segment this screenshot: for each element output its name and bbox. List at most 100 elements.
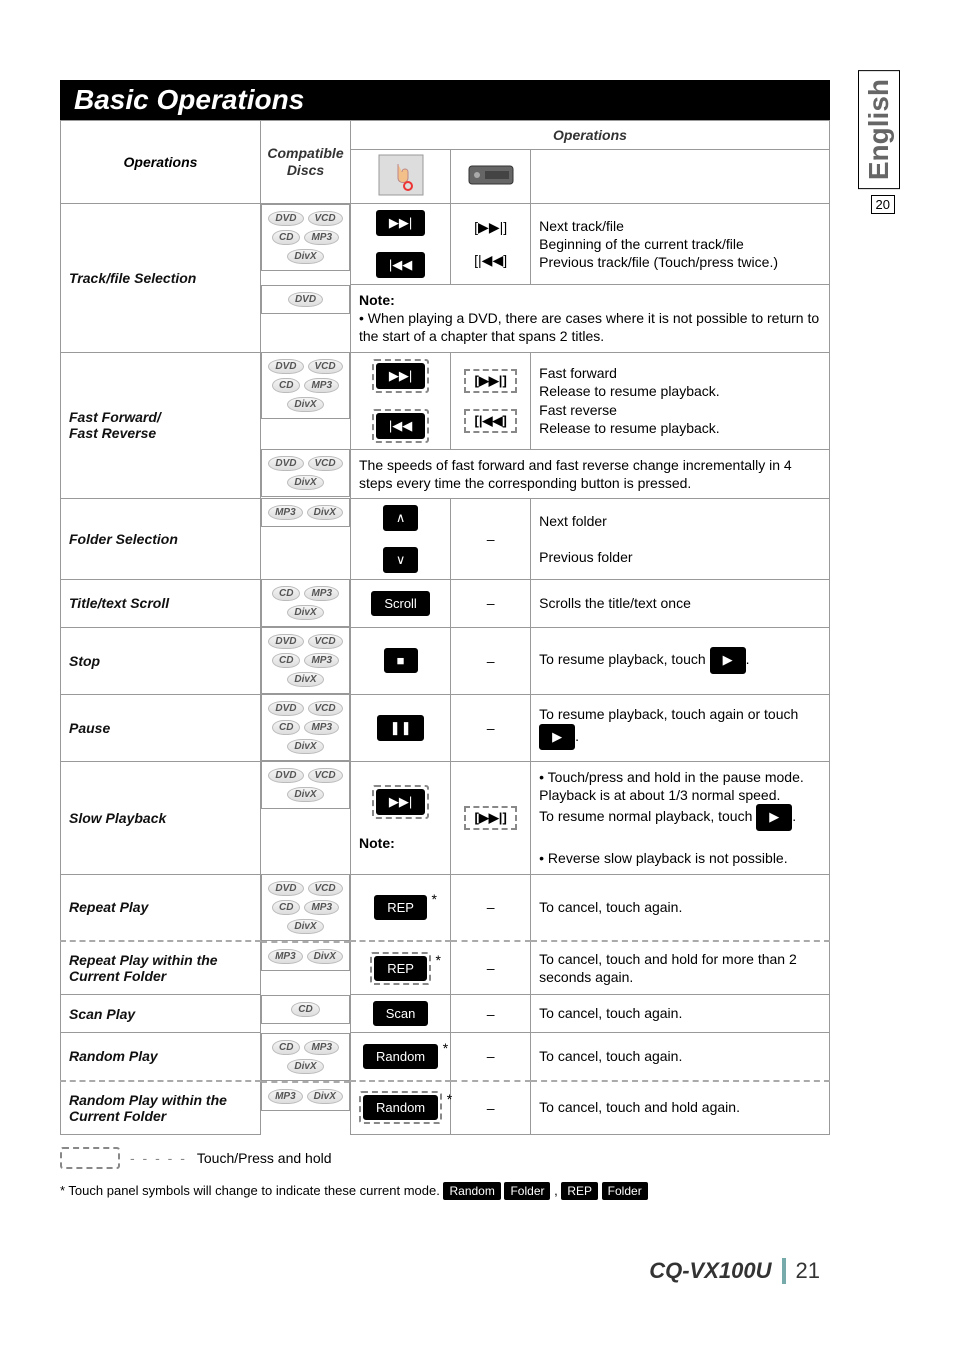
- track-remote-buttons: [▶▶|] [|◀◀]: [451, 204, 531, 285]
- random-badge: Random: [443, 1182, 500, 1200]
- folder-badge2: Folder: [602, 1182, 648, 1200]
- language-tab: English: [858, 70, 900, 189]
- random-folder-discs: MP3 DivX: [261, 1081, 350, 1111]
- stop-desc-pre: To resume playback, touch: [539, 651, 709, 667]
- prev-track-button[interactable]: |◀◀: [376, 252, 425, 278]
- ffwd-speed-note: The speeds of fast forward and fast reve…: [351, 449, 830, 498]
- pause-button[interactable]: ❚❚: [377, 715, 425, 741]
- disc-divx: DivX: [287, 605, 323, 620]
- slow-bullet: • Touch/press and hold in the pause mode…: [539, 768, 821, 786]
- repeat-desc: To cancel, touch again.: [531, 874, 830, 941]
- folder-down-button[interactable]: ∨: [383, 547, 419, 573]
- folder-desc1: Next folder: [539, 512, 821, 530]
- scroll-desc: Scrolls the title/text once: [531, 579, 830, 627]
- slow-button[interactable]: ▶▶|: [376, 789, 425, 815]
- ffwd-desc-l3: Fast reverse: [539, 401, 821, 419]
- legend: - - - - - Touch/Press and hold: [60, 1147, 830, 1169]
- frev-button[interactable]: |◀◀: [376, 413, 425, 439]
- folder-discs: MP3 DivX: [261, 498, 350, 527]
- random-button[interactable]: Random: [363, 1044, 438, 1069]
- disc-mp3: MP3: [304, 586, 339, 601]
- ffwd-remote: [▶▶|] [|◀◀]: [451, 352, 531, 449]
- row-track-selection: Track/file Selection: [61, 204, 261, 353]
- scan-touch: Scan: [351, 995, 451, 1033]
- row-ffwd: Fast Forward/ Fast Reverse: [61, 352, 261, 498]
- folder-remote: –: [451, 498, 531, 579]
- operations-table: Operations Compatible Discs Operations T…: [60, 120, 830, 1135]
- random-folder-touch: Random: [351, 1081, 451, 1135]
- ffwd-desc-l4: Release to resume playback.: [539, 419, 821, 437]
- row-folder: Folder Selection: [61, 498, 261, 579]
- folder-desc: Next folder Previous folder: [531, 498, 830, 579]
- track-desc: Next track/file Beginning of the current…: [531, 204, 830, 285]
- remote-column-icon: [451, 150, 531, 204]
- disc-dvd: DVD: [268, 881, 303, 896]
- disc-vcd: VCD: [308, 359, 343, 374]
- disc-divx: DivX: [287, 475, 323, 490]
- rep-folder-button[interactable]: REP: [374, 956, 427, 981]
- slow-discs: DVD VCD DivX: [261, 761, 350, 809]
- random-discs: CD MP3 DivX: [261, 1033, 350, 1081]
- row-repeat: Repeat Play: [61, 874, 261, 941]
- play-icon: ▶: [710, 647, 746, 674]
- stop-desc: To resume playback, touch ▶.: [531, 627, 830, 694]
- stop-button[interactable]: ■: [384, 648, 418, 673]
- note-label: Note:: [359, 292, 395, 308]
- slow-line3post: .: [792, 808, 796, 824]
- scan-desc: To cancel, touch again.: [531, 995, 830, 1033]
- slow-note-text: • Reverse slow playback is not possible.: [539, 849, 821, 867]
- disc-divx: DivX: [287, 787, 323, 802]
- folder-badge: Folder: [504, 1182, 550, 1200]
- repeat-folder-remote: –: [451, 941, 531, 995]
- disc-mp3: MP3: [304, 653, 339, 668]
- scroll-touch: Scroll: [351, 579, 451, 627]
- row-scroll: Title/text Scroll: [61, 579, 261, 627]
- scan-remote: –: [451, 995, 531, 1033]
- touch-column-icon: [351, 150, 451, 204]
- track-note: Note: • When playing a DVD, there are ca…: [351, 285, 830, 353]
- disc-vcd: VCD: [308, 211, 343, 226]
- ffwd-button[interactable]: ▶▶|: [376, 363, 425, 389]
- page-footer: CQ-VX100U 21: [60, 1258, 830, 1284]
- ffwd-desc-l2: Release to resume playback.: [539, 382, 821, 400]
- disc-cd: CD: [272, 720, 300, 735]
- repeat-touch: REP: [351, 874, 451, 941]
- scan-button[interactable]: Scan: [373, 1001, 429, 1026]
- rep-button[interactable]: REP: [374, 895, 427, 920]
- repeat-folder-desc: To cancel, touch and hold for more than …: [531, 941, 830, 995]
- remote-ffwd[interactable]: [▶▶|]: [464, 369, 516, 393]
- scan-discs: CD: [261, 995, 350, 1024]
- random-remote: –: [451, 1033, 531, 1081]
- scroll-button[interactable]: Scroll: [371, 591, 430, 616]
- remote-prev-track[interactable]: [|◀◀]: [474, 252, 507, 268]
- ffwd-speed-discs: DVD VCD DivX: [261, 449, 350, 497]
- random-folder-button[interactable]: Random: [363, 1095, 438, 1120]
- row-slow: Slow Playback: [61, 761, 261, 874]
- row-random: Random Play: [61, 1033, 261, 1081]
- footer-page-number: 21: [796, 1258, 820, 1284]
- legend-text: Touch/Press and hold: [197, 1150, 332, 1166]
- stop-discs: DVD VCD CD MP3 DivX: [261, 627, 350, 694]
- remote-frev[interactable]: [|◀◀]: [464, 409, 516, 433]
- folder-up-button[interactable]: ∧: [383, 505, 419, 531]
- disc-vcd: VCD: [308, 456, 343, 471]
- remote-slow[interactable]: [▶▶|]: [464, 806, 516, 830]
- random-desc: To cancel, touch again.: [531, 1033, 830, 1081]
- folder-desc2: Previous folder: [539, 548, 821, 566]
- random-folder-remote: –: [451, 1081, 531, 1135]
- footnote: * Touch panel symbols will change to ind…: [60, 1183, 830, 1198]
- random-touch: Random: [351, 1033, 451, 1081]
- pause-desc-post: .: [575, 728, 579, 744]
- row-pause: Pause: [61, 694, 261, 761]
- disc-dvd: DVD: [268, 768, 303, 783]
- track-touch-buttons: ▶▶| |◀◀: [351, 204, 451, 285]
- remote-next-track[interactable]: [▶▶|]: [474, 219, 507, 235]
- pause-discs: DVD VCD CD MP3 DivX: [261, 694, 350, 761]
- disc-divx: DivX: [287, 1059, 323, 1074]
- play-icon: ▶: [756, 804, 792, 831]
- footnote-sep: ,: [554, 1183, 558, 1198]
- disc-mp3: MP3: [304, 720, 339, 735]
- disc-divx: DivX: [287, 739, 323, 754]
- next-track-button[interactable]: ▶▶|: [376, 210, 425, 236]
- scroll-remote: –: [451, 579, 531, 627]
